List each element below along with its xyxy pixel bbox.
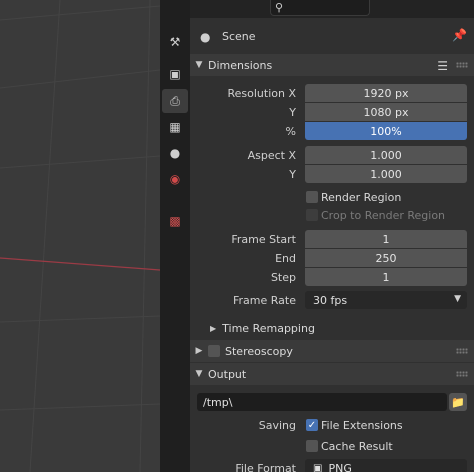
search-input[interactable]: ⚲ — [270, 0, 370, 16]
properties-panel: ● Scene 📌 ▼ Dimensions ☰ Resolution X 19… — [190, 18, 474, 472]
3d-viewport[interactable] — [0, 0, 160, 472]
time-remapping-label: Time Remapping — [222, 322, 315, 335]
search-icon: ⚲ — [275, 1, 284, 14]
frame-end-field[interactable]: 250 — [305, 249, 467, 267]
pin-icon[interactable]: 📌 — [452, 28, 467, 42]
tab-output[interactable]: ⎙ — [162, 89, 188, 113]
drag-handle-icon[interactable] — [456, 348, 468, 354]
expanded-arrow-icon: ▼ — [195, 369, 203, 379]
image-stack-icon: ▦ — [169, 120, 181, 134]
checker-texture-icon: ▩ — [169, 214, 181, 228]
wrench-screwdriver-icon: ⚒ — [169, 35, 181, 49]
frame-step-label: Step — [270, 271, 296, 284]
frame-step-field[interactable]: 1 — [305, 268, 467, 286]
viewport-grid — [0, 0, 160, 472]
presets-list-icon[interactable]: ☰ — [437, 59, 448, 73]
scene-icon: ● — [200, 30, 211, 44]
checkmark-icon: ✓ — [307, 419, 317, 431]
output-panel-header[interactable]: ▼ Output — [190, 363, 474, 385]
frame-rate-value: 30 fps — [313, 293, 348, 307]
resolution-x-field[interactable]: 1920 px — [305, 84, 467, 102]
aspect-y-field[interactable]: 1.000 — [305, 165, 467, 183]
cache-result-checkbox[interactable] — [306, 440, 318, 452]
aspect-y-label: Y — [289, 168, 296, 181]
browse-folder-button[interactable]: 📁 — [449, 393, 467, 411]
file-extensions-label: File Extensions — [321, 419, 403, 432]
drag-handle-icon[interactable] — [456, 371, 468, 377]
resolution-x-label: Resolution X — [227, 87, 296, 100]
saving-label: Saving — [258, 419, 296, 432]
aspect-x-field[interactable]: 1.000 — [305, 146, 467, 164]
frame-start-field[interactable]: 1 — [305, 230, 467, 248]
file-format-value: PNG — [328, 461, 352, 472]
tab-world[interactable]: ◉ — [162, 167, 188, 191]
scene-label: Scene — [222, 30, 256, 43]
collapsed-arrow-icon: ▶ — [210, 324, 217, 333]
printer-icon: ⎙ — [170, 93, 180, 108]
time-remapping-subpanel[interactable]: ▶ Time Remapping — [210, 322, 315, 335]
frame-rate-label: Frame Rate — [233, 294, 296, 307]
tab-texture[interactable]: ▩ — [162, 209, 188, 233]
globe-icon: ◉ — [169, 172, 181, 186]
collapsed-arrow-icon: ▶ — [195, 346, 203, 356]
dimensions-title: Dimensions — [208, 58, 273, 72]
tab-tool[interactable]: ⚒ — [162, 30, 188, 54]
frame-rate-dropdown[interactable]: 30 fps ▼ — [305, 291, 467, 309]
context-bar: ● Scene 📌 — [190, 18, 474, 54]
crop-region-checkbox[interactable] — [306, 209, 318, 221]
folder-icon: 📁 — [451, 395, 465, 409]
tab-scene[interactable]: ● — [162, 141, 188, 165]
render-region-checkbox[interactable] — [306, 191, 318, 203]
file-format-dropdown[interactable]: ▣ PNG — [305, 459, 467, 472]
aspect-x-label: Aspect X — [247, 149, 296, 162]
crop-region-label: Crop to Render Region — [321, 209, 446, 222]
chevron-down-icon: ▼ — [454, 294, 461, 304]
resolution-y-field[interactable]: 1080 px — [305, 103, 467, 121]
resolution-percent-label: % — [285, 125, 296, 138]
drag-handle-icon[interactable] — [456, 62, 468, 68]
output-path-input[interactable]: /tmp\ — [197, 393, 447, 411]
expanded-arrow-icon: ▼ — [195, 60, 203, 70]
x-axis-line — [0, 257, 160, 271]
scene-icon: ● — [169, 146, 181, 160]
resolution-percent-slider[interactable]: 100% — [305, 122, 467, 140]
stereoscopy-panel-header[interactable]: ▶ Stereoscopy — [190, 340, 474, 362]
dimensions-panel-header[interactable]: ▼ Dimensions ☰ — [190, 54, 474, 76]
frame-end-label: End — [275, 252, 296, 265]
tab-render[interactable]: ▣ — [162, 62, 188, 86]
frame-start-label: Frame Start — [231, 233, 296, 246]
file-format-label: File Format — [235, 462, 296, 472]
file-extensions-checkbox[interactable]: ✓ — [306, 419, 318, 431]
output-title: Output — [208, 367, 247, 381]
tab-view-layer[interactable]: ▦ — [162, 115, 188, 139]
stereoscopy-title: Stereoscopy — [225, 344, 293, 358]
resolution-y-label: Y — [289, 106, 296, 119]
camera-back-icon: ▣ — [169, 67, 181, 81]
properties-tab-strip: ⚒ ▣ ⎙ ▦ ● ◉ ▩ — [160, 0, 190, 472]
image-file-icon: ▣ — [313, 462, 323, 472]
stereoscopy-checkbox[interactable] — [208, 345, 220, 357]
cache-result-label: Cache Result — [321, 440, 393, 453]
properties-header: ■ ▼ ⚲ — [160, 0, 474, 18]
render-region-label: Render Region — [321, 191, 402, 204]
